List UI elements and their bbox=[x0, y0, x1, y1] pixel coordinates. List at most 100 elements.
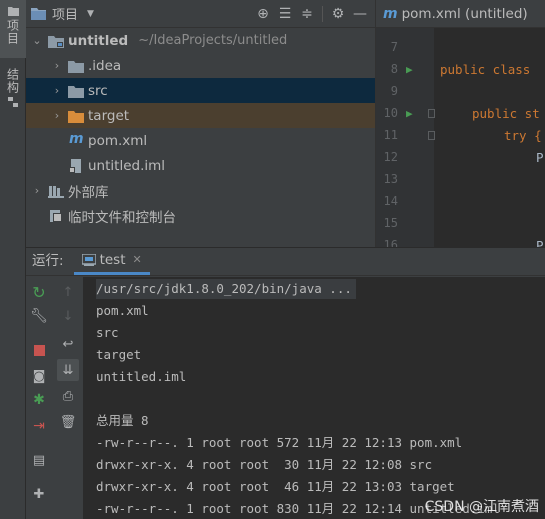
tree-item-target[interactable]: › target bbox=[26, 103, 375, 128]
tree-item-iml[interactable]: untitled.iml bbox=[26, 153, 375, 178]
left-tool-strip: 项目 结构 bbox=[0, 0, 26, 519]
console-line: 总用量 8 bbox=[96, 413, 149, 428]
debug-bug-icon[interactable]: ✱ bbox=[28, 389, 50, 411]
console-line: target bbox=[96, 347, 142, 362]
chevron-right-icon[interactable]: › bbox=[50, 84, 64, 97]
code-line: 7 bbox=[376, 36, 545, 58]
run-config-icon bbox=[81, 253, 96, 266]
console-line: -rw-r--r--. 1 root root 572 11月 22 12:13… bbox=[96, 435, 463, 450]
structure-tool-tab-label: 结构 bbox=[5, 68, 20, 94]
code-text: public st bbox=[472, 105, 540, 121]
tree-item-path: ~/IdeaProjects/untitled bbox=[138, 33, 288, 48]
scratches-icon bbox=[50, 209, 62, 222]
chevron-right-icon[interactable]: › bbox=[30, 184, 44, 197]
run-tool-window: 运行: test ✕ ↻ 🔧︎ ◙ ✱ ⇥ ▤ ✚ ↑ ↓ ↩ ⇊ ⎙ 🗑︎ /… bbox=[26, 247, 545, 519]
tree-item-label: 外部库 bbox=[68, 184, 109, 201]
project-panel-header: 项目 ▼ ⊕ ☰ ≑ ⚙ — bbox=[26, 0, 375, 28]
code-text: P bbox=[536, 149, 544, 165]
folder-icon bbox=[68, 85, 84, 98]
console-line: src bbox=[96, 325, 119, 340]
line-number: 9 bbox=[390, 84, 398, 98]
line-number: 13 bbox=[383, 172, 398, 186]
module-folder-icon bbox=[48, 35, 64, 48]
tree-item-pom[interactable]: m pom.xml bbox=[26, 128, 375, 153]
tree-item-untitled[interactable]: ⌄ untitled ~/IdeaProjects/untitled bbox=[26, 28, 375, 53]
tree-item-label: untitled.iml bbox=[88, 157, 166, 174]
exit-icon[interactable]: ⇥ bbox=[28, 415, 50, 437]
code-line: 14 bbox=[376, 190, 545, 212]
code-editor: m pom.xml (untitled) 7 8 ▶ public class … bbox=[375, 0, 545, 247]
soft-wrap-icon[interactable]: ↩ bbox=[57, 333, 79, 355]
editor-tab-title: pom.xml (untitled) bbox=[401, 5, 528, 22]
gear-icon[interactable]: ⚙ bbox=[327, 3, 349, 25]
code-line: 11 try { bbox=[376, 124, 545, 146]
structure-icon bbox=[7, 97, 18, 107]
code-line: 13 bbox=[376, 168, 545, 190]
run-panel-label: 运行: bbox=[32, 253, 64, 269]
rerun-icon[interactable]: ↻ bbox=[28, 281, 50, 303]
tree-item-label: .idea bbox=[88, 57, 122, 74]
stop-icon[interactable] bbox=[28, 339, 50, 361]
print-icon[interactable]: ⎙ bbox=[57, 385, 79, 407]
console-line: pom.xml bbox=[96, 303, 149, 318]
chevron-right-icon[interactable]: › bbox=[50, 59, 64, 72]
excluded-folder-icon bbox=[68, 110, 84, 123]
maven-icon: m bbox=[69, 130, 84, 147]
tree-item-label: pom.xml bbox=[88, 132, 148, 149]
project-tool-tab[interactable]: 项目 bbox=[0, 0, 26, 58]
run-gutter-icon[interactable]: ▶ bbox=[406, 107, 413, 120]
folder-icon bbox=[68, 60, 84, 73]
code-line: 16 P bbox=[376, 234, 545, 248]
watermark: CSDN @江南煮酒 bbox=[424, 499, 539, 515]
editor-tab[interactable]: m pom.xml (untitled) bbox=[376, 0, 545, 28]
expand-all-icon[interactable]: ☰ bbox=[274, 3, 296, 25]
line-number: 16 bbox=[383, 238, 398, 247]
fold-marker-icon[interactable] bbox=[428, 130, 435, 140]
tree-item-idea[interactable]: › .idea bbox=[26, 53, 375, 78]
code-line: 12 P bbox=[376, 146, 545, 168]
scroll-to-end-icon[interactable]: ⇊ bbox=[57, 359, 79, 381]
console-line: drwxr-xr-x. 4 root root 30 11月 22 12:08 … bbox=[96, 457, 433, 472]
run-toolbar-secondary: ↑ ↓ ↩ ⇊ ⎙ 🗑︎ bbox=[55, 277, 81, 519]
structure-tool-tab[interactable]: 结构 bbox=[0, 64, 26, 110]
maven-icon: m bbox=[383, 5, 398, 22]
line-number: 7 bbox=[390, 40, 398, 54]
collapse-all-icon[interactable]: ≑ bbox=[296, 3, 318, 25]
camera-icon[interactable]: ◙ bbox=[28, 365, 50, 387]
tree-item-label: target bbox=[88, 107, 130, 124]
tree-item-label: src bbox=[88, 82, 108, 99]
tree-item-label: 临时文件和控制台 bbox=[68, 209, 176, 226]
project-panel: 项目 ▼ ⊕ ☰ ≑ ⚙ — ⌄ untitled ~/IdeaProjects… bbox=[26, 0, 375, 247]
layout-icon[interactable]: ▤ bbox=[28, 449, 50, 471]
tree-item-scratches[interactable]: 临时文件和控制台 bbox=[26, 203, 375, 228]
project-header-toolbar: ⊕ ☰ ≑ ⚙ — bbox=[252, 0, 371, 28]
trash-icon[interactable]: 🗑︎ bbox=[57, 411, 79, 433]
pin-icon[interactable]: ✚ bbox=[28, 483, 50, 505]
library-icon bbox=[48, 185, 64, 198]
locate-icon[interactable]: ⊕ bbox=[252, 3, 274, 25]
run-config-tab[interactable]: test ✕ bbox=[73, 247, 150, 275]
run-gutter-icon[interactable]: ▶ bbox=[406, 63, 413, 76]
folder-icon bbox=[7, 7, 19, 16]
line-number: 10 bbox=[383, 106, 398, 120]
tree-item-external-libraries[interactable]: › 外部库 bbox=[26, 178, 375, 203]
toolbar-divider bbox=[322, 6, 323, 22]
chevron-down-icon[interactable]: ⌄ bbox=[30, 34, 44, 47]
console-output[interactable]: /usr/src/jdk1.8.0_202/bin/java ... pom.x… bbox=[83, 277, 545, 519]
down-arrow-icon[interactable]: ↓ bbox=[57, 305, 79, 327]
wrench-icon[interactable]: 🔧︎ bbox=[28, 305, 50, 327]
view-dropdown-arrow-icon[interactable]: ▼ bbox=[87, 9, 94, 19]
fold-marker-icon[interactable] bbox=[428, 108, 435, 118]
code-line: 10 ▶ public st bbox=[376, 102, 545, 124]
code-text: P bbox=[536, 237, 544, 248]
code-text: public class bbox=[440, 61, 531, 77]
project-folder-icon bbox=[31, 8, 46, 20]
line-number: 12 bbox=[383, 150, 398, 164]
tree-item-src[interactable]: › src bbox=[26, 78, 375, 103]
close-icon[interactable]: ✕ bbox=[133, 253, 142, 266]
code-text: try { bbox=[504, 127, 542, 143]
run-panel-header: 运行: test ✕ bbox=[26, 248, 545, 276]
up-arrow-icon[interactable]: ↑ bbox=[57, 281, 79, 303]
chevron-right-icon[interactable]: › bbox=[50, 109, 64, 122]
hide-icon[interactable]: — bbox=[349, 3, 371, 25]
